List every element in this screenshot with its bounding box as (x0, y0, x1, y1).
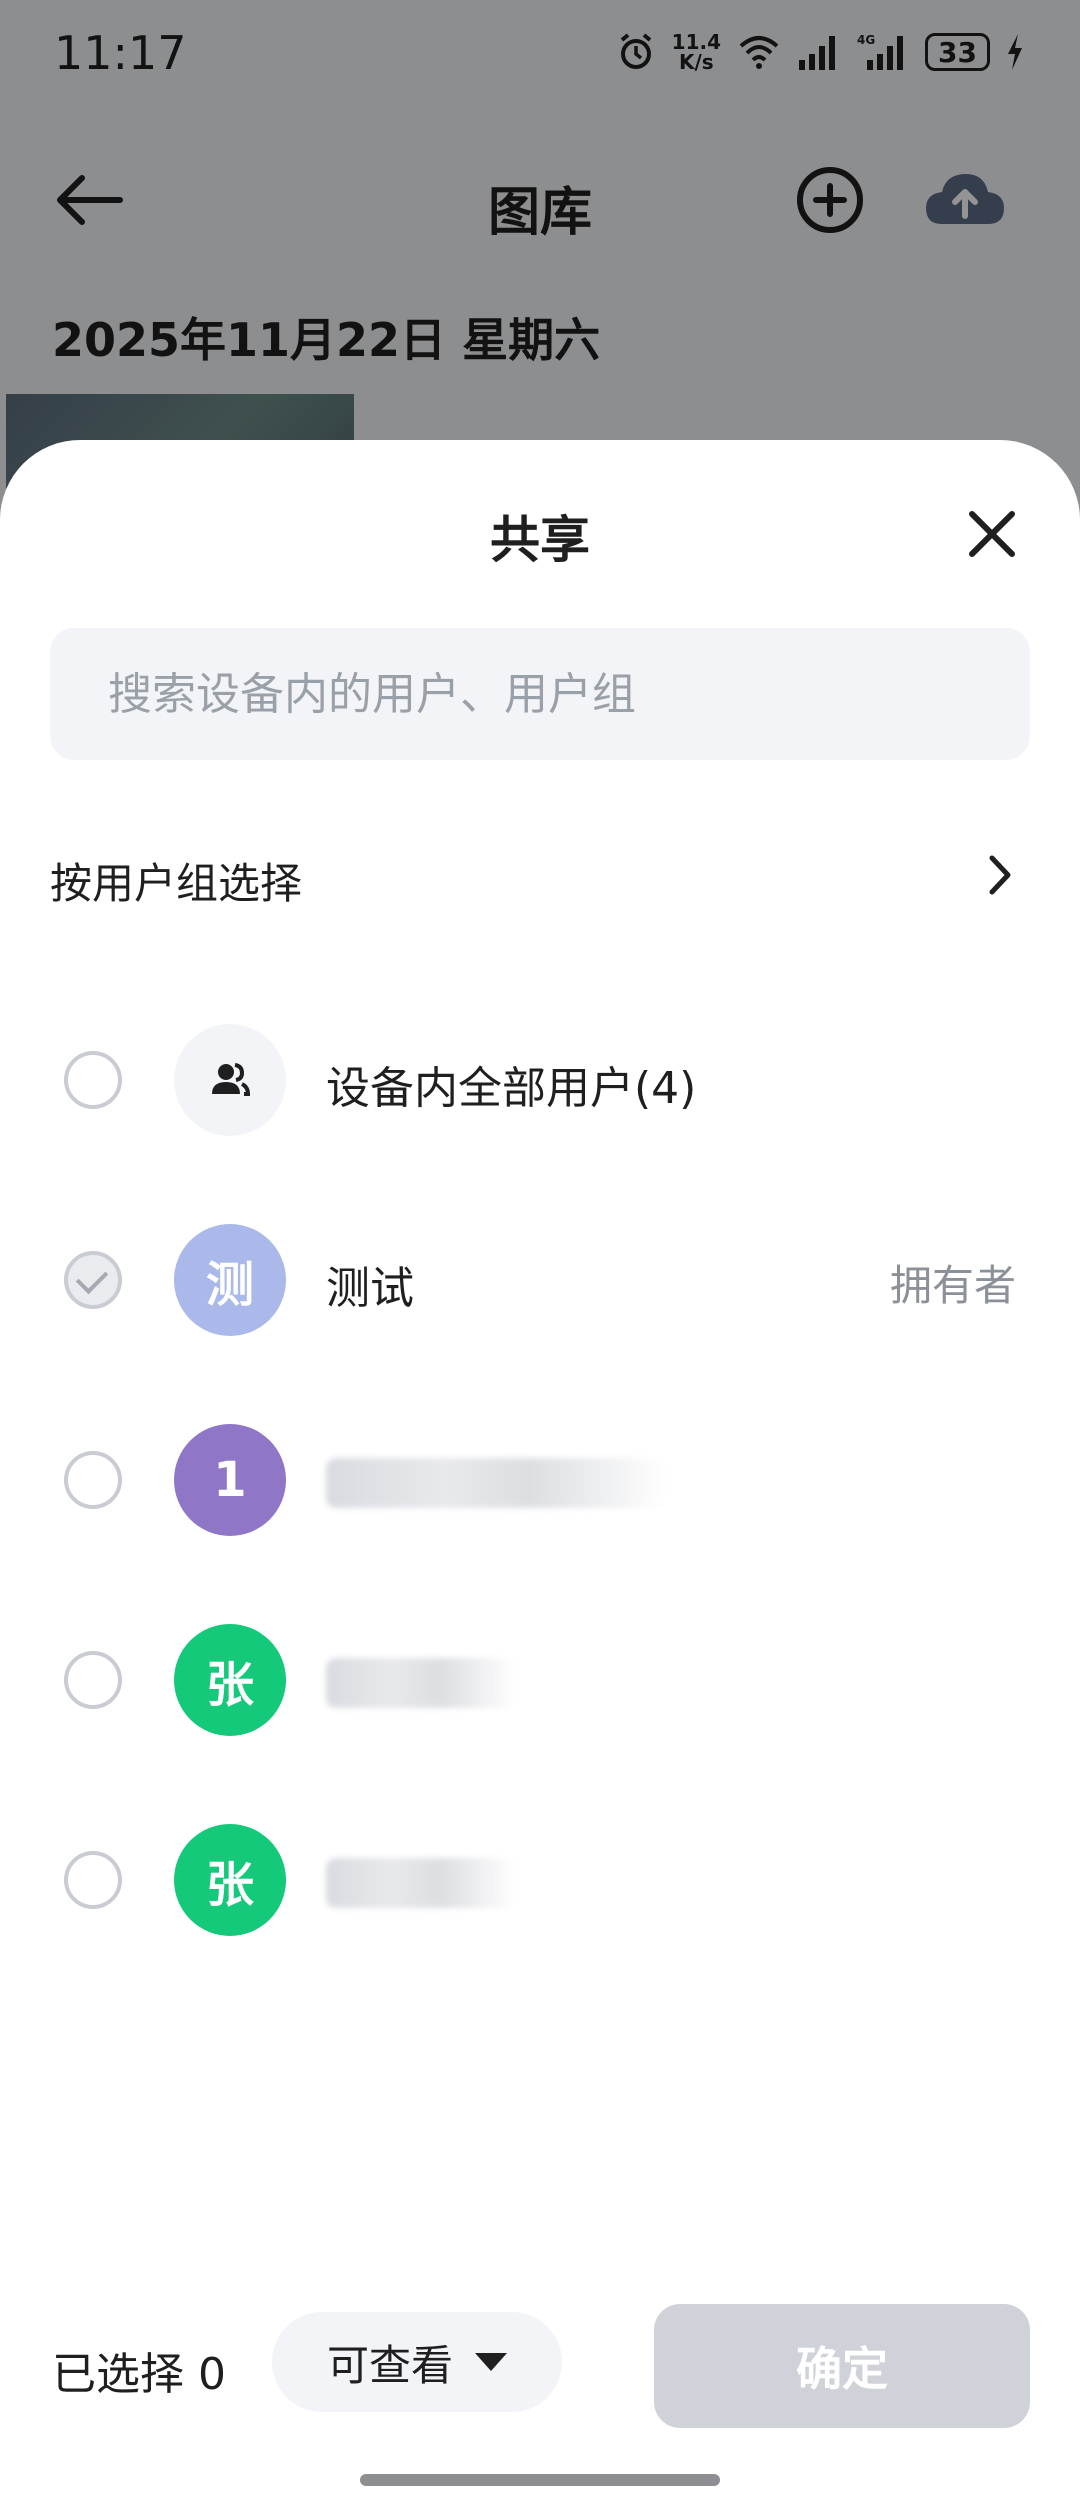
avatar: 1 (174, 1424, 286, 1536)
select-radio[interactable] (64, 1851, 122, 1909)
avatar (174, 1024, 286, 1136)
user-row[interactable]: 1 (0, 1380, 1080, 1580)
confirm-button[interactable]: 确定 (654, 2304, 1030, 2428)
avatar-initial: 张 (205, 1657, 254, 1713)
redacted-user-name (326, 1658, 516, 1708)
permission-label: 可查看 (326, 2340, 453, 2390)
select-by-group-label: 按用户组选择 (50, 859, 303, 908)
people-icon (212, 1063, 251, 1096)
chevron-right-icon (989, 855, 1011, 895)
avatar-initial: 1 (213, 1452, 247, 1508)
owner-badge: 拥有者 (889, 1261, 1016, 1310)
redacted-user-name (326, 1458, 666, 1508)
user-row: 测 测试 拥有者 (0, 1180, 1080, 1380)
select-radio[interactable] (64, 1651, 122, 1709)
permission-dropdown[interactable]: 可查看 (272, 2312, 562, 2412)
user-row[interactable]: 张 (0, 1580, 1080, 1780)
avatar-initial: 测 (205, 1257, 254, 1313)
user-row[interactable]: 张 (0, 1780, 1080, 1980)
search-box (50, 628, 1030, 760)
sheet-title: 共享 (490, 511, 590, 569)
share-sheet: 共享 按用户组选择 设备内全部用户(4) (0, 440, 1080, 2504)
select-radio-disabled (64, 1251, 122, 1309)
user-row-all[interactable]: 设备内全部用户(4) (0, 980, 1080, 1180)
caret-down-icon (475, 2353, 507, 2371)
select-radio[interactable] (64, 1051, 122, 1109)
user-list: 设备内全部用户(4) 测 测试 拥有者 1 张 张 (0, 980, 1080, 1980)
selected-count: 已选择 0 (52, 2349, 226, 2400)
avatar: 测 (174, 1224, 286, 1336)
home-indicator[interactable] (360, 2474, 720, 2486)
search-input[interactable] (50, 628, 1030, 760)
select-radio[interactable] (64, 1451, 122, 1509)
user-name: 测试 (326, 1263, 414, 1314)
select-by-group-row[interactable]: 按用户组选择 (0, 820, 1080, 930)
close-icon[interactable] (960, 502, 1024, 566)
avatar: 张 (174, 1624, 286, 1736)
user-name: 设备内全部用户(4) (326, 1063, 697, 1114)
avatar-initial: 张 (205, 1857, 254, 1913)
redacted-user-name (326, 1858, 516, 1908)
avatar: 张 (174, 1824, 286, 1936)
sheet-footer: 已选择 0 可查看 确定 (0, 2290, 1080, 2440)
